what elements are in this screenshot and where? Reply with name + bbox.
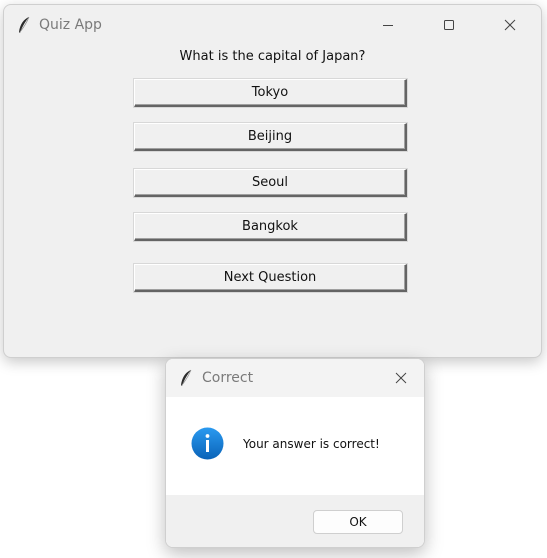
correct-dialog: Correct Your answer is correct! OK [165,358,425,548]
question-label: What is the capital of Japan? [179,49,366,64]
answer-button-tokyo[interactable]: Tokyo [134,79,407,107]
window-title: Quiz App [39,17,102,33]
close-button[interactable] [487,5,533,45]
main-window: Quiz App What is the capital of Japan? T… [3,4,542,358]
feather-icon [19,16,30,33]
close-icon [504,19,516,31]
dialog-titlebar[interactable]: Correct [166,359,424,397]
answer-button-seoul[interactable]: Seoul [134,169,407,197]
dialog-title: Correct [202,370,254,386]
info-icon [191,427,224,460]
next-question-button[interactable]: Next Question [134,264,407,292]
feather-icon [181,369,192,386]
close-icon [395,372,407,384]
dialog-close-button[interactable] [378,359,424,397]
maximize-icon [444,20,454,30]
minimize-icon [383,25,393,26]
ok-button[interactable]: OK [313,510,403,534]
dialog-message: Your answer is correct! [243,437,380,451]
answer-button-beijing[interactable]: Beijing [134,123,407,151]
dialog-footer: OK [166,495,424,547]
dialog-body: Your answer is correct! [166,397,424,495]
maximize-button[interactable] [426,5,472,45]
main-titlebar[interactable]: Quiz App [4,5,541,45]
minimize-button[interactable] [365,5,411,45]
answer-button-bangkok[interactable]: Bangkok [134,213,407,241]
